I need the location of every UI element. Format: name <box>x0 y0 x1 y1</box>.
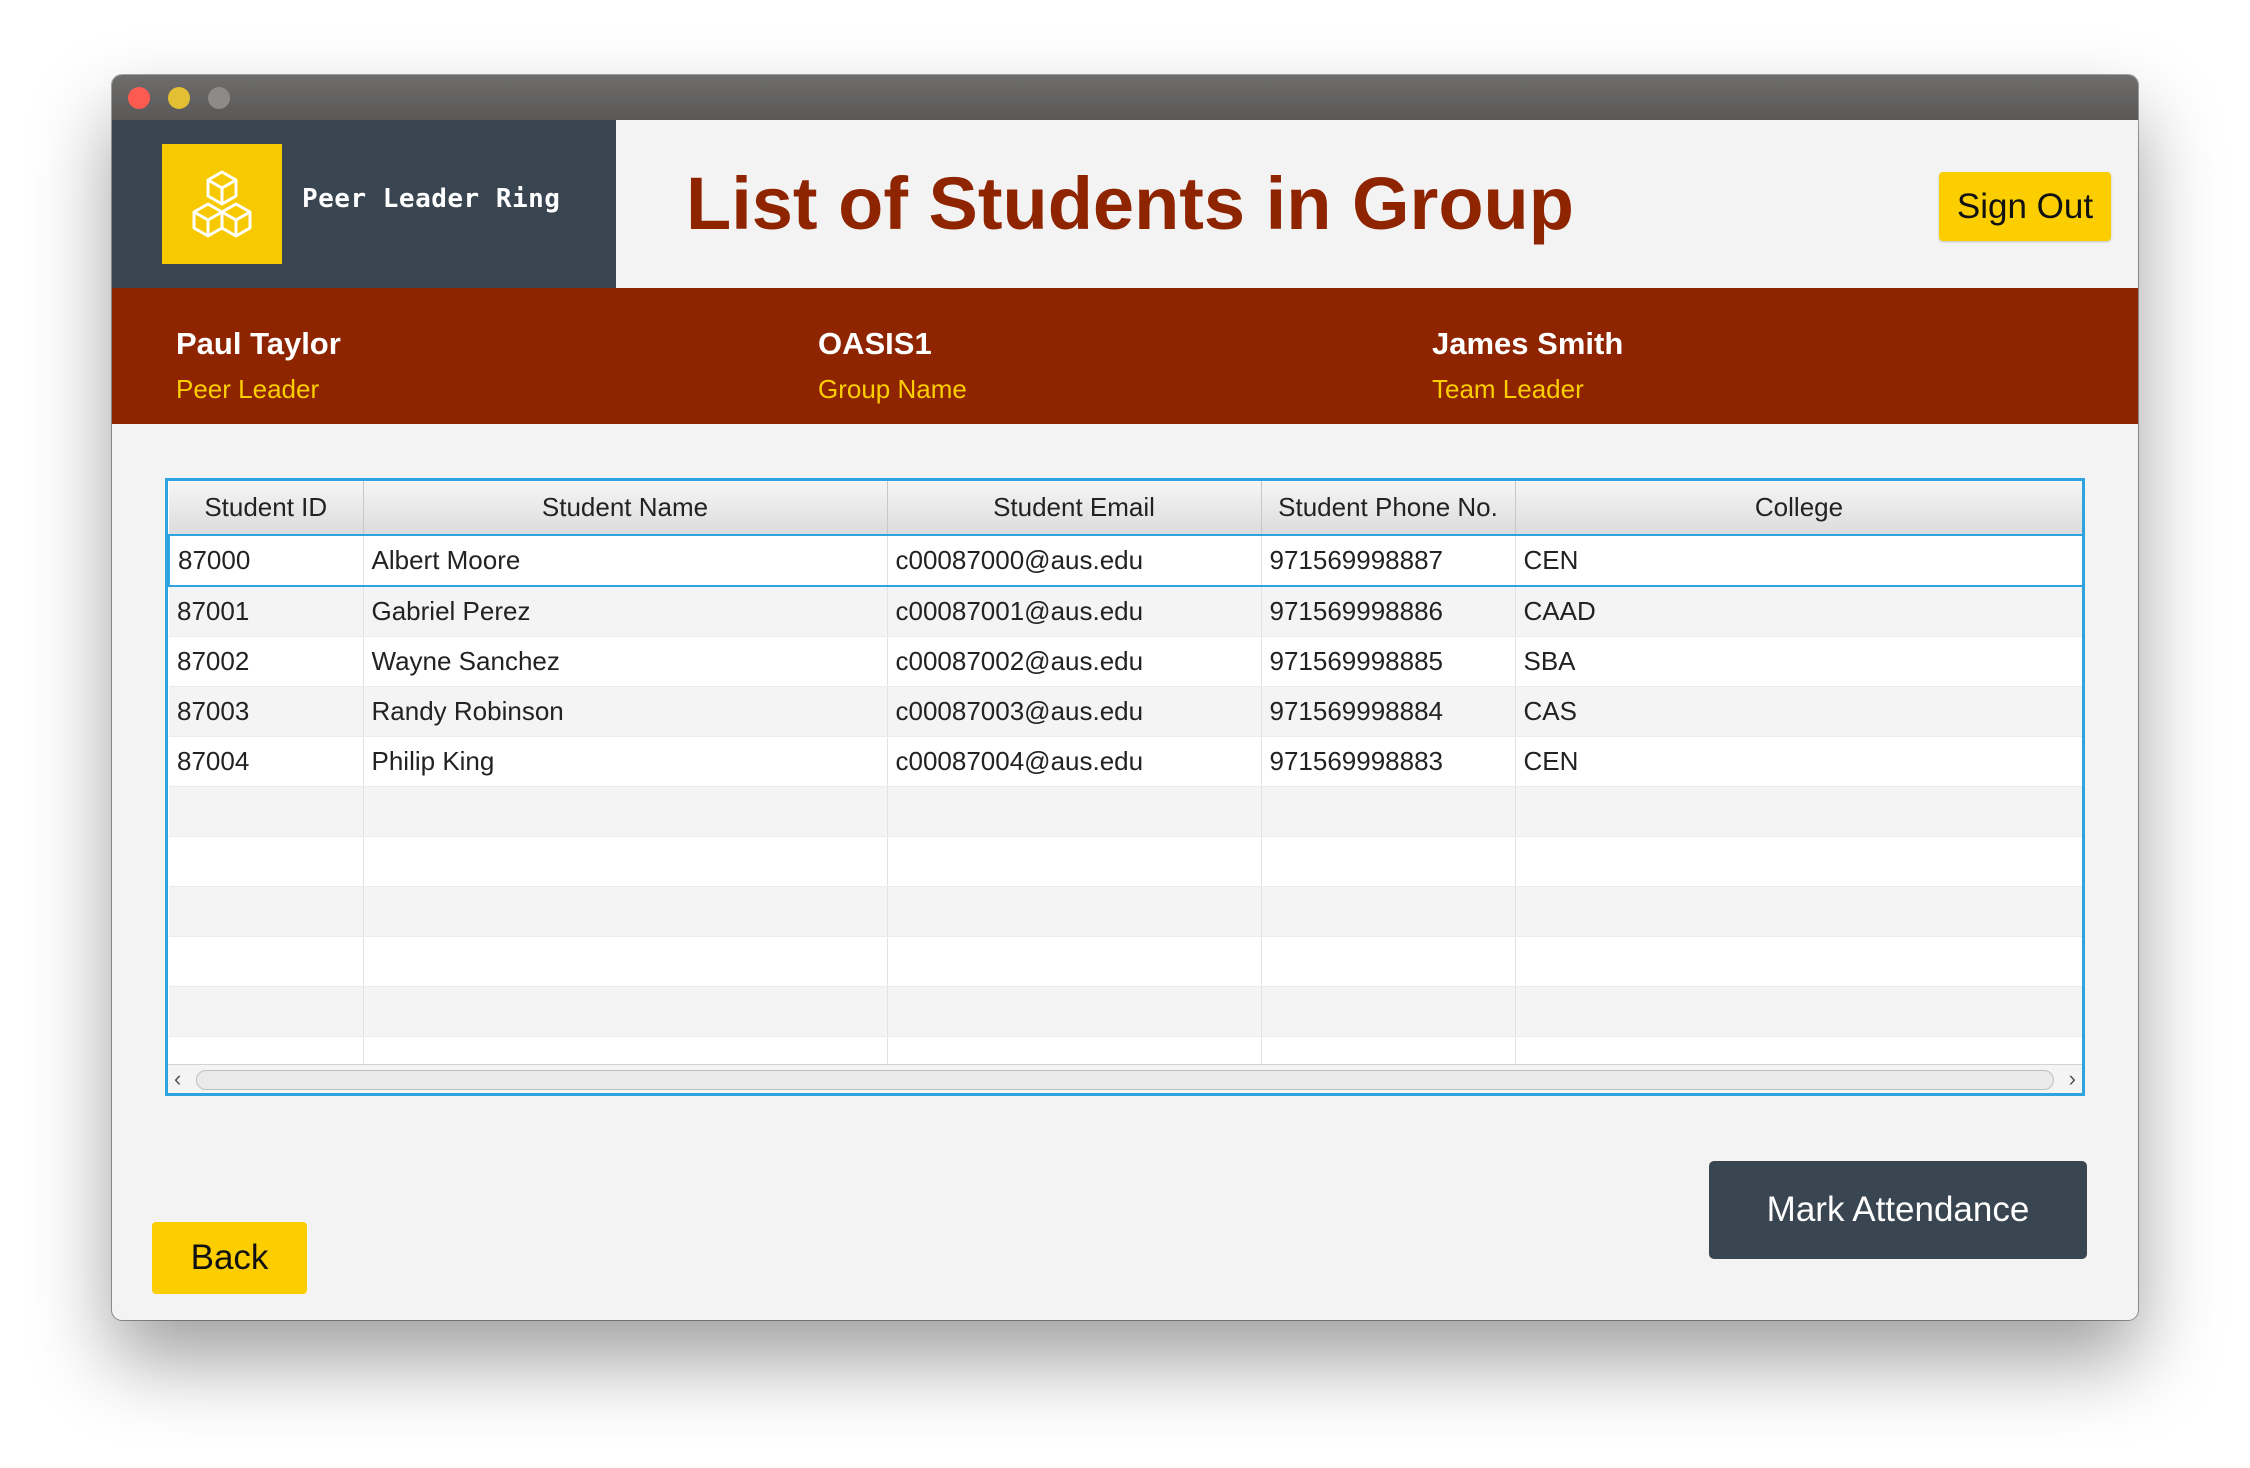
column-header-student-name[interactable]: Student Name <box>363 481 888 536</box>
peer-leader-name: Paul Taylor <box>176 326 341 361</box>
cell-college: SBA <box>1515 636 2082 687</box>
cell-student-name: Philip King <box>363 736 888 787</box>
column-header-student-phone[interactable]: Student Phone No. <box>1261 481 1516 536</box>
cell-student-id: 87002 <box>169 636 364 687</box>
cell-student-email: c00087001@aus.edu <box>887 586 1262 637</box>
empty-table-row <box>169 986 2082 1037</box>
group-name-value: OASIS1 <box>818 326 932 361</box>
table-row[interactable]: 87003 Randy Robinson c00087003@aus.edu 9715… <box>169 686 2082 737</box>
empty-cell <box>169 986 364 1037</box>
team-leader-name: James Smith <box>1432 326 1624 361</box>
empty-table-row <box>169 836 2082 887</box>
table-row[interactable]: 87002 Wayne Sanchez c00087002@aus.edu 97156… <box>169 636 2082 687</box>
cell-college: CAAD <box>1515 586 2082 637</box>
empty-cell <box>1261 986 1516 1037</box>
title-bar <box>112 75 2138 120</box>
cell-student-name: Wayne Sanchez <box>363 636 888 687</box>
table-body: 87000 Albert Moore c00087000@aus.edu 971569… <box>168 534 2082 1087</box>
cell-college: CEN <box>1515 534 2082 587</box>
cell-student-phone: 971569998883 <box>1261 736 1516 787</box>
empty-cell <box>1515 986 2082 1037</box>
team-leader-label: Team Leader <box>1432 374 1584 404</box>
empty-cell <box>887 986 1262 1037</box>
minimize-window-button[interactable] <box>168 87 190 109</box>
column-header-college[interactable]: College <box>1515 481 2082 536</box>
scrollbar-thumb[interactable] <box>196 1070 2054 1090</box>
cell-student-email: c00087004@aus.edu <box>887 736 1262 787</box>
mark-attendance-button[interactable]: Mark Attendance <box>1709 1161 2087 1259</box>
app-window: Peer Leader Ring List of Students in Gro… <box>112 75 2138 1320</box>
cell-student-name: Gabriel Perez <box>363 586 888 637</box>
scroll-left-icon[interactable]: ‹ <box>174 1067 181 1091</box>
group-info: OASIS1 Group Name <box>818 326 967 404</box>
empty-cell <box>169 836 364 887</box>
cell-student-id: 87000 <box>168 534 364 587</box>
cell-student-email: c00087003@aus.edu <box>887 686 1262 737</box>
empty-cell <box>1261 836 1516 887</box>
empty-table-row <box>169 786 2082 837</box>
cell-college: CEN <box>1515 736 2082 787</box>
students-table[interactable]: Student ID Student Name Student Email St… <box>165 478 2085 1096</box>
header: Peer Leader Ring List of Students in Gro… <box>112 120 2138 288</box>
table-row[interactable]: 87000 Albert Moore c00087000@aus.edu 971569… <box>168 534 2082 587</box>
cell-student-name: Albert Moore <box>363 534 888 587</box>
column-header-student-id[interactable]: Student ID <box>169 481 364 536</box>
empty-cell <box>1261 786 1516 837</box>
cubes-icon <box>192 170 252 238</box>
empty-table-row <box>169 886 2082 937</box>
zoom-window-button[interactable] <box>208 87 230 109</box>
cell-student-phone: 971569998887 <box>1261 534 1516 587</box>
empty-table-row <box>169 936 2082 987</box>
page-title: List of Students in Group <box>686 162 1574 245</box>
column-header-student-email[interactable]: Student Email <box>887 481 1262 536</box>
cell-student-email: c00087002@aus.edu <box>887 636 1262 687</box>
cell-student-name: Randy Robinson <box>363 686 888 737</box>
empty-cell <box>887 886 1262 937</box>
close-window-button[interactable] <box>128 87 150 109</box>
team-leader-info: James Smith Team Leader <box>1432 326 1623 404</box>
back-button[interactable]: Back <box>152 1222 307 1294</box>
cell-student-phone: 971569998885 <box>1261 636 1516 687</box>
cell-student-phone: 971569998884 <box>1261 686 1516 737</box>
empty-cell <box>1515 836 2082 887</box>
app-name: Peer Leader Ring <box>302 184 561 214</box>
empty-cell <box>1515 936 2082 987</box>
cell-student-phone: 971569998886 <box>1261 586 1516 637</box>
table-row[interactable]: 87004 Philip King c00087004@aus.edu 9715699… <box>169 736 2082 787</box>
horizontal-scrollbar[interactable]: ‹ › <box>168 1064 2082 1093</box>
empty-cell <box>1515 786 2082 837</box>
scroll-right-icon[interactable]: › <box>2069 1067 2076 1091</box>
empty-cell <box>887 836 1262 887</box>
brand-panel: Peer Leader Ring <box>112 120 616 288</box>
empty-cell <box>363 986 888 1037</box>
empty-cell <box>363 836 888 887</box>
cell-student-email: c00087000@aus.edu <box>887 534 1262 587</box>
empty-cell <box>1515 886 2082 937</box>
empty-cell <box>363 936 888 987</box>
group-info-bar: Paul Taylor Peer Leader OASIS1 Group Nam… <box>112 288 2138 424</box>
empty-cell <box>169 786 364 837</box>
cell-student-id: 87003 <box>169 686 364 737</box>
table-row[interactable]: 87001 Gabriel Perez c00087001@aus.edu 97156… <box>169 586 2082 637</box>
empty-cell <box>887 936 1262 987</box>
logo <box>162 144 282 264</box>
cell-student-id: 87001 <box>169 586 364 637</box>
group-name-label: Group Name <box>818 374 967 404</box>
peer-leader-info: Paul Taylor Peer Leader <box>176 326 341 404</box>
cell-college: CAS <box>1515 686 2082 737</box>
table-header-row: Student ID Student Name Student Email St… <box>169 481 2082 536</box>
sign-out-button[interactable]: Sign Out <box>1939 172 2111 241</box>
empty-cell <box>1261 936 1516 987</box>
empty-cell <box>363 786 888 837</box>
empty-cell <box>169 936 364 987</box>
cell-student-id: 87004 <box>169 736 364 787</box>
empty-cell <box>169 886 364 937</box>
empty-cell <box>363 886 888 937</box>
empty-cell <box>887 786 1262 837</box>
peer-leader-label: Peer Leader <box>176 374 320 404</box>
empty-cell <box>1261 886 1516 937</box>
